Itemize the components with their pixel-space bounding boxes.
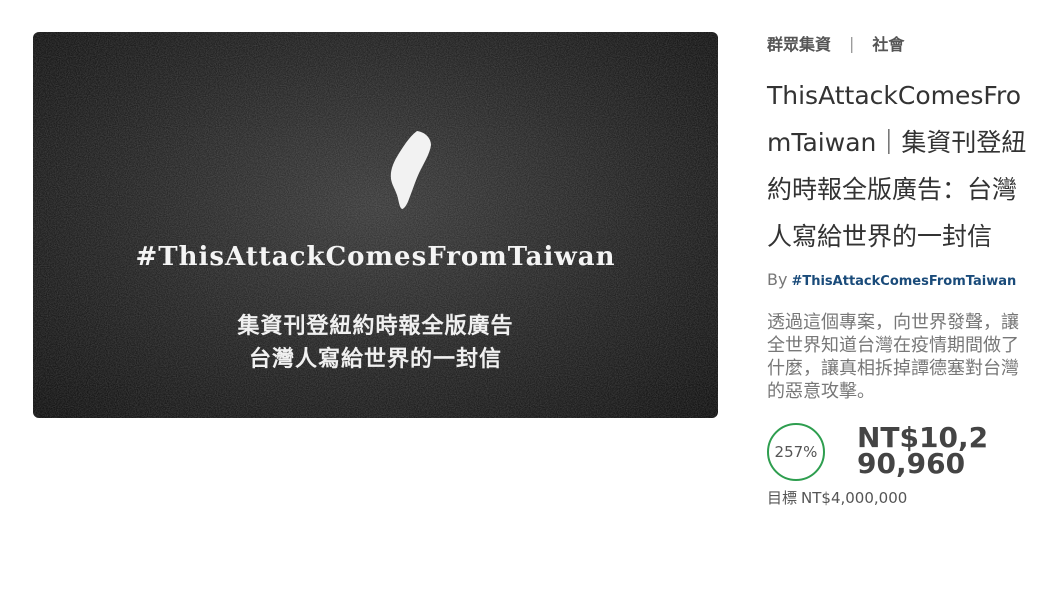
- author-link[interactable]: #ThisAttackComesFromTaiwan: [791, 274, 1016, 289]
- breadcrumb-separator: |: [849, 33, 855, 53]
- goal-value: NT$4,000,000: [801, 489, 908, 507]
- project-info-panel: 群眾集資 | 社會 ThisAttackComesFromTaiwan｜集資刊登…: [767, 30, 1032, 508]
- breadcrumb: 群眾集資 | 社會: [767, 30, 1032, 56]
- goal-label: 目標: [767, 489, 798, 507]
- category-link[interactable]: 群眾集資: [767, 31, 831, 55]
- author-line: By #ThisAttackComesFromTaiwan: [767, 270, 1032, 289]
- funding-stats: 257% NT$10,290,960: [767, 423, 1032, 481]
- cover-subheadline: 台灣人寫給世界的一封信: [248, 346, 502, 372]
- taiwan-map-icon: [390, 131, 431, 209]
- project-cover-image[interactable]: #ThisAttackComesFromTaiwan 集資刊登紐約時報全版廣告 …: [33, 32, 718, 418]
- progress-ring: 257%: [767, 423, 825, 481]
- project-title[interactable]: ThisAttackComesFromTaiwan｜集資刊登紐約時報全版廣告：台…: [767, 72, 1029, 260]
- cover-headline: 集資刊登紐約時報全版廣告: [237, 313, 514, 339]
- by-label: By: [767, 270, 788, 289]
- project-description: 透過這個專案，向世界發聲，讓全世界知道台灣在疫情期間做了什麼，讓真相拆掉譚德塞對…: [767, 312, 1019, 402]
- raised-amount: NT$10,290,960: [857, 421, 989, 480]
- funding-goal: 目標 NT$4,000,000: [767, 487, 1032, 508]
- subcategory-link[interactable]: 社會: [872, 31, 904, 55]
- cover-hashtag: #ThisAttackComesFromTaiwan: [135, 242, 616, 272]
